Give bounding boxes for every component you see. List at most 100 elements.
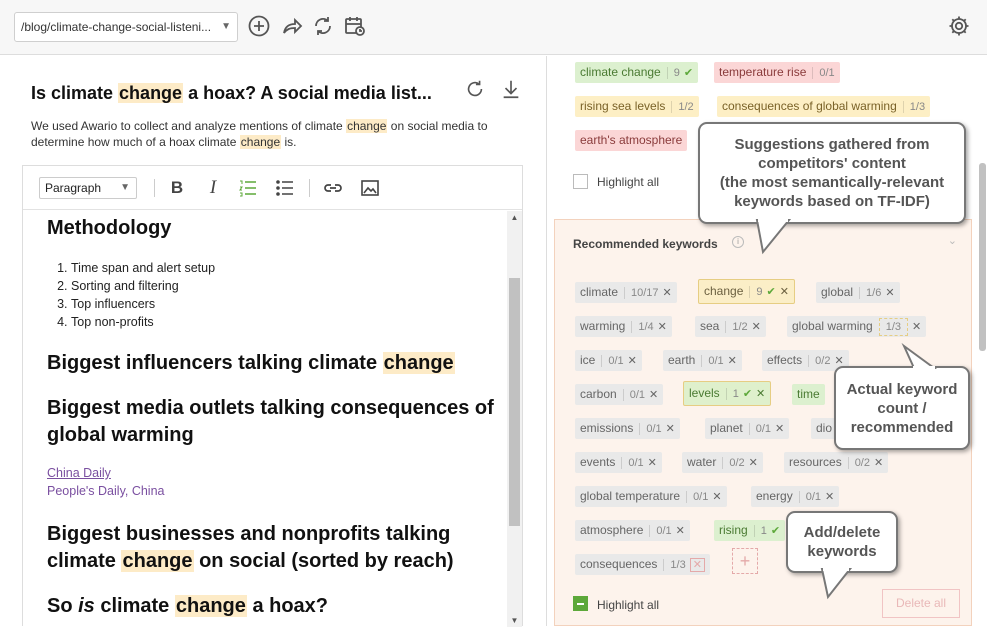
keyword-tag[interactable]: warming 1/4 ✕ <box>575 316 672 337</box>
chevron-down-icon[interactable]: ⌄ <box>948 234 957 247</box>
keyword-tag[interactable]: earth's atmosphere <box>575 130 688 151</box>
close-icon[interactable]: ✕ <box>756 388 765 400</box>
keyword-tag[interactable]: resources 0/2 ✕ <box>784 452 889 473</box>
callout-keyword-count: Actual keyword count / recommended <box>834 366 970 450</box>
keyword-tag[interactable]: levels 1 ✔ ✕ <box>683 381 772 406</box>
paragraph-format-select[interactable]: Paragraph ▼ <box>39 177 137 199</box>
callout-add-delete: Add/delete keywords <box>786 511 898 573</box>
list-item: Top non-profits <box>71 313 215 331</box>
close-icon[interactable]: ✕ <box>912 321 921 333</box>
keyword-tag[interactable]: carbon 0/1 ✕ <box>575 384 664 405</box>
keyword-tag[interactable]: energy 0/1 ✕ <box>751 486 840 507</box>
editor-pane: Is climate change a hoax? A social media… <box>0 56 545 627</box>
schedule-icon[interactable] <box>343 14 367 38</box>
close-icon[interactable]: ✕ <box>775 423 784 435</box>
heading-methodology: Methodology <box>47 217 172 239</box>
keyword-tag[interactable]: atmosphere 0/1 ✕ <box>575 520 690 541</box>
keyword-tag[interactable]: planet 0/1 ✕ <box>705 418 790 439</box>
close-icon[interactable]: ✕ <box>649 389 658 401</box>
keyword-tag[interactable]: time <box>792 384 825 405</box>
link-china-daily[interactable]: China Daily <box>47 466 111 480</box>
close-icon[interactable]: ✕ <box>749 457 758 469</box>
close-icon[interactable]: ✕ <box>728 355 737 367</box>
url-select[interactable]: /blog/climate-change-social-listeni... ▼ <box>14 12 238 42</box>
keyword-tag[interactable]: water 0/2 ✕ <box>682 452 763 473</box>
check-icon: ✔ <box>766 286 776 298</box>
panel-scrollbar[interactable] <box>978 56 987 626</box>
list-item: Sorting and filtering <box>71 277 215 295</box>
keyword-tag[interactable]: sea 1/2 ✕ <box>695 316 766 337</box>
bold-icon[interactable]: B <box>167 178 187 198</box>
image-icon[interactable] <box>360 178 380 198</box>
close-icon[interactable]: ✕ <box>712 491 721 503</box>
link-peoples-daily[interactable]: People's Daily, China <box>47 484 165 498</box>
heading-media-outlets: Biggest media outlets talking consequenc… <box>47 397 494 446</box>
scrollbar-thumb[interactable] <box>509 278 520 526</box>
close-icon[interactable]: ✕ <box>752 321 761 333</box>
scroll-up-icon[interactable]: ▲ <box>507 213 522 222</box>
close-icon[interactable]: ✕ <box>885 287 894 299</box>
callout-suggestions: Suggestions gathered from competitors' c… <box>698 122 966 224</box>
download-icon[interactable] <box>500 78 524 102</box>
keyword-tag[interactable]: global 1/6 ✕ <box>816 282 900 303</box>
keyword-tag[interactable]: events 0/1 ✕ <box>575 452 662 473</box>
keyword-tag[interactable]: temperature rise 0/1 <box>714 62 840 83</box>
close-icon[interactable]: ✕ <box>648 457 657 469</box>
editor-scrollbar[interactable]: ▲ ▼ <box>507 211 522 627</box>
highlight-all-label: Highlight all <box>597 598 660 612</box>
chevron-down-icon: ▼ <box>120 182 130 193</box>
recommended-title: Recommended keywords <box>573 237 718 251</box>
keyword-tag[interactable]: consequences of global warming 1/3 <box>717 96 931 117</box>
top-toolbar: /blog/climate-change-social-listeni... ▼ <box>0 0 987 55</box>
keyword-tag[interactable]: climate 10/17 ✕ <box>575 282 677 303</box>
keyword-tag[interactable]: earth 0/1 ✕ <box>663 350 742 371</box>
italic-icon[interactable]: I <box>203 178 223 198</box>
keyword-tag[interactable]: global warming 1/3 ✕ <box>787 316 927 337</box>
list-item: Top influencers <box>71 295 215 313</box>
list-item: Time span and alert setup <box>71 259 215 277</box>
numbered-list-icon[interactable] <box>238 178 258 198</box>
close-icon[interactable]: ✕ <box>874 457 883 469</box>
keyword-tag[interactable]: climate change 9 ✔ <box>575 62 699 83</box>
close-icon[interactable]: ✕ <box>780 286 789 298</box>
close-icon[interactable]: ✕ <box>628 355 637 367</box>
scroll-down-icon[interactable]: ▼ <box>507 616 522 625</box>
keyword-tag[interactable]: change 9 ✔ ✕ <box>698 279 795 304</box>
heading-businesses: Biggest businesses and nonprofits talkin… <box>47 523 454 572</box>
info-icon[interactable]: i <box>732 236 744 248</box>
reload-icon[interactable] <box>464 78 488 102</box>
add-keyword-button[interactable]: + <box>732 548 758 574</box>
gear-icon[interactable] <box>947 14 971 38</box>
delete-all-button[interactable]: Delete all <box>882 589 960 618</box>
rich-text-editor: Paragraph ▼ B I Methodology Time sp <box>22 165 523 627</box>
callout-pointer <box>755 217 792 255</box>
keyword-tag[interactable]: emissions 0/1 ✕ <box>575 418 680 439</box>
highlight-all-checkbox[interactable] <box>573 596 588 611</box>
check-icon: ✔ <box>742 388 753 400</box>
share-icon[interactable] <box>280 14 304 38</box>
url-select-value: /blog/climate-change-social-listeni... <box>21 20 212 34</box>
page-description: We used Awario to collect and analyze me… <box>31 119 488 149</box>
link-icon[interactable] <box>323 178 343 198</box>
scrollbar-thumb[interactable] <box>979 163 986 351</box>
editor-content[interactable]: Methodology Time span and alert setup So… <box>23 211 507 627</box>
check-icon: ✔ <box>683 67 694 79</box>
bullet-list-icon[interactable] <box>275 178 295 198</box>
refresh-icon[interactable] <box>311 14 335 38</box>
add-circle-icon[interactable] <box>247 14 271 38</box>
close-icon[interactable]: ✕ <box>666 423 675 435</box>
close-icon[interactable]: ✕ <box>658 321 667 333</box>
close-icon[interactable]: ✕ <box>689 558 705 572</box>
keyword-tag[interactable]: rising sea levels 1/2 <box>575 96 699 117</box>
heading-influencers: Biggest influencers talking climate chan… <box>47 352 455 374</box>
keyword-tag[interactable]: consequences 1/3 ✕ <box>575 554 710 575</box>
callout-pointer <box>820 566 853 600</box>
close-icon[interactable]: ✕ <box>663 287 672 299</box>
close-icon[interactable]: ✕ <box>676 525 685 537</box>
heading-hoax: So is climate change a hoax? <box>47 595 329 617</box>
keyword-tag[interactable]: rising 1 ✔ <box>714 520 786 541</box>
highlight-all-checkbox[interactable] <box>573 174 588 189</box>
keyword-tag[interactable]: ice 0/1 ✕ <box>575 350 642 371</box>
close-icon[interactable]: ✕ <box>825 491 834 503</box>
keyword-tag[interactable]: global temperature 0/1 ✕ <box>575 486 727 507</box>
